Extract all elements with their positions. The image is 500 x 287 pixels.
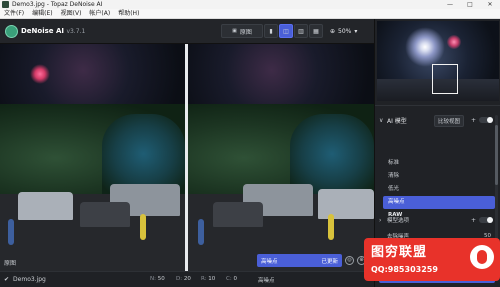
- zoom-value: 50%: [338, 27, 352, 35]
- model-list: 标准 清除 低光 高噪点 RAW: [383, 157, 495, 222]
- app-icon: [2, 1, 9, 8]
- toolbar: DeNoise AI v3.7.1 ▣ 原图 ▮ ◫ ▥ ▦ ⊕ 50% ▾: [0, 19, 374, 44]
- original-label: 原图: [4, 260, 17, 267]
- original-button[interactable]: ▣ 原图: [221, 24, 263, 38]
- app-version: v3.7.1: [66, 28, 86, 35]
- mode-lowlight[interactable]: 低光: [383, 183, 495, 196]
- denoise-logo-icon: [5, 25, 18, 38]
- view-side-button[interactable]: ▥: [294, 24, 308, 38]
- app-name: DeNoise AI v3.7.1: [21, 27, 85, 35]
- stat-r: R: 10: [201, 276, 215, 282]
- ai-model-header[interactable]: ∨ AI 模型 比较视图 +: [379, 115, 495, 127]
- firework-thumb: [405, 27, 445, 67]
- white-suv: [18, 192, 73, 220]
- stat-n: N: 50: [150, 276, 165, 282]
- person-blue: [8, 219, 14, 245]
- chevron-down-icon: ▾: [354, 27, 358, 35]
- watermark-title: 图穷联盟: [371, 245, 428, 260]
- view-compare-button[interactable]: ▦: [309, 24, 323, 38]
- lit-trees-preview: [290, 114, 374, 194]
- menu-edit[interactable]: 编辑(E): [28, 9, 56, 19]
- mode-clear[interactable]: 清除: [383, 170, 495, 183]
- stat-c: C: 0: [226, 276, 237, 282]
- status-bar: ✔ Demo3.jpg N: 50 D: 20 R: 10 C: 0 高噪点: [0, 271, 374, 287]
- panel-divider: [375, 105, 500, 106]
- status-filename: Demo3.jpg: [13, 276, 46, 283]
- app-window: Demo3.jpg - Topaz DeNoise AI — □ ✕ 文件(F)…: [0, 0, 500, 287]
- stat-r-value: 10: [208, 276, 216, 282]
- popup-mode: 高噪点: [261, 258, 278, 265]
- split-view-icon: ◫: [283, 27, 289, 35]
- side-view-icon: ▥: [298, 27, 304, 35]
- model-options-label: 模型选项: [387, 218, 410, 224]
- zoom-icon: ⊕: [330, 27, 336, 35]
- person-yellow: [140, 214, 146, 240]
- navigator-thumbnail[interactable]: [377, 21, 499, 101]
- stat-c-key: C:: [226, 276, 232, 282]
- dark-truck-preview: [213, 202, 263, 227]
- add-icon[interactable]: +: [471, 117, 476, 124]
- image-viewer[interactable]: 原图: [0, 44, 374, 271]
- compare-view-icon: ▦: [313, 27, 319, 35]
- ai-model-toggle[interactable]: [479, 117, 493, 123]
- model-options-row[interactable]: › 模型选项 +: [379, 215, 495, 225]
- chevron-right-icon: ›: [379, 216, 382, 224]
- stat-d-value: 20: [183, 276, 191, 282]
- mode-standard[interactable]: 标准: [383, 157, 495, 170]
- minimize-button[interactable]: —: [440, 0, 460, 9]
- close-button[interactable]: ✕: [480, 0, 500, 9]
- view-split-button[interactable]: ◫: [279, 24, 293, 38]
- white-van-preview: [318, 189, 374, 219]
- menu-view[interactable]: 视图(V): [57, 9, 86, 19]
- processing-popup[interactable]: 高噪点 已更新: [257, 254, 342, 267]
- checkmark-icon: ✔: [4, 276, 10, 283]
- model-options-toggle[interactable]: [479, 217, 493, 223]
- ai-model-title: AI 模型: [387, 117, 407, 125]
- menu-file[interactable]: 文件(F): [0, 9, 28, 19]
- app-name-text: DeNoise AI: [21, 27, 64, 35]
- compare-toggle-icon[interactable]: ◎: [345, 256, 354, 265]
- stat-c-value: 0: [233, 276, 237, 282]
- single-view-icon: ▮: [269, 27, 273, 35]
- navigator-viewport-box[interactable]: [432, 64, 458, 94]
- panel-scrollbar-thumb[interactable]: [495, 125, 498, 185]
- popup-status: 已更新: [321, 258, 338, 265]
- dark-truck: [80, 202, 130, 227]
- lit-trees: [101, 114, 185, 194]
- watermark-qq: QQ:985303259: [371, 265, 438, 274]
- stat-d: D: 20: [176, 276, 191, 282]
- stat-n-value: 50: [157, 276, 165, 282]
- red-firework: [30, 64, 50, 84]
- original-icon: ▣: [232, 28, 237, 34]
- add-options-icon[interactable]: +: [471, 217, 476, 224]
- watermark-badge: 图穷联盟 QQ:985303259: [364, 238, 500, 281]
- menu-bar: 文件(F) 编辑(E) 视图(V) 帐户(A) 帮助(H): [0, 9, 500, 19]
- menu-help[interactable]: 帮助(H): [114, 9, 143, 19]
- stat-n-key: N:: [150, 276, 156, 282]
- person-yellow-preview: [328, 214, 334, 240]
- zoom-control[interactable]: ⊕ 50% ▾: [330, 25, 370, 37]
- original-pane: 原图: [0, 44, 185, 271]
- maximize-button[interactable]: □: [460, 0, 480, 9]
- compare-view-button[interactable]: 比较视图: [434, 115, 465, 127]
- person-blue-preview: [198, 219, 204, 245]
- preview-pane: [188, 44, 374, 271]
- menu-account[interactable]: 帐户(A): [85, 9, 114, 19]
- status-mode: 高噪点: [258, 278, 275, 284]
- stat-d-key: D:: [176, 276, 183, 282]
- pink-firework-thumb: [447, 35, 461, 49]
- stat-r-key: R:: [201, 276, 207, 282]
- chevron-down-icon: ∨: [379, 116, 384, 124]
- view-single-button[interactable]: ▮: [264, 24, 278, 38]
- mode-severe-noise[interactable]: 高噪点: [383, 196, 495, 209]
- flame-logo-icon: [470, 245, 494, 269]
- original-button-label: 原图: [239, 28, 252, 36]
